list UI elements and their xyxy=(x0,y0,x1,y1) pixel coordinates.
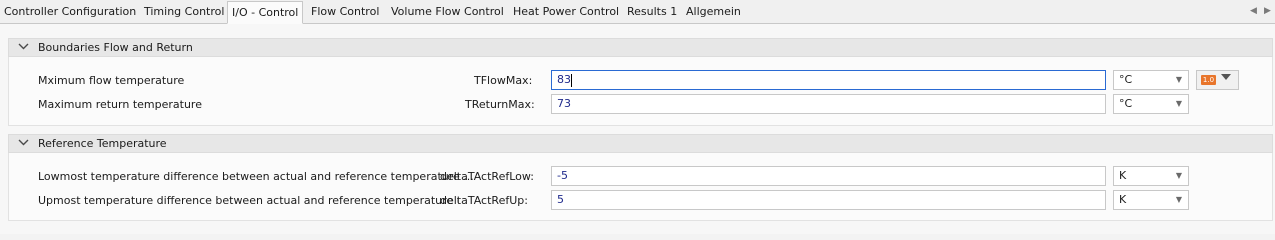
deltatactreflow-value: -5 xyxy=(557,169,568,182)
unit-value: °C xyxy=(1119,73,1133,86)
dropdown-arrow-icon xyxy=(1221,74,1231,80)
tab-timing-control[interactable]: Timing Control xyxy=(144,4,224,19)
deltatactreflow-input[interactable]: -5 xyxy=(551,166,1106,186)
scroll-tabs-left-icon[interactable]: ◀ xyxy=(1250,6,1257,16)
param-label-tflowmax: TFlowMax: xyxy=(474,74,533,87)
value-badge-icon: 1.0 xyxy=(1201,75,1216,85)
unit-value: K xyxy=(1119,169,1127,182)
tab-allgemein[interactable]: Allgemein xyxy=(686,4,741,19)
param-label-deltatactrefup: deltaTActRefUp: xyxy=(440,194,528,207)
tflowmax-unit-select[interactable]: °C ▼ xyxy=(1113,70,1189,90)
group-title: Reference Temperature xyxy=(38,137,167,150)
group-title: Boundaries Flow and Return xyxy=(38,41,193,54)
description-treturnmax: Maximum return temperature xyxy=(38,98,202,111)
unit-value: K xyxy=(1119,193,1127,206)
chevron-down-icon xyxy=(18,43,29,50)
group-header-reference-temperature[interactable]: Reference Temperature xyxy=(8,134,1273,153)
treturnmax-input[interactable]: 73 xyxy=(551,94,1106,114)
group-body-boundaries xyxy=(8,57,1273,126)
tflowmax-input[interactable]: 83 xyxy=(551,70,1106,90)
group-header-boundaries[interactable]: Boundaries Flow and Return xyxy=(8,38,1273,57)
treturnmax-unit-select[interactable]: °C ▼ xyxy=(1113,94,1189,114)
scroll-tabs-right-icon[interactable]: ▶ xyxy=(1264,6,1271,16)
treturnmax-value: 73 xyxy=(557,97,571,110)
tflowmax-value: 83 xyxy=(557,73,571,86)
tab-controller-configuration[interactable]: Controller Configuration xyxy=(4,4,136,19)
deltatactrefup-value: 5 xyxy=(557,193,564,206)
group-body-reference-temperature xyxy=(8,153,1273,221)
deltatactrefup-unit-select[interactable]: K ▼ xyxy=(1113,190,1189,210)
description-deltatactreflow: Lowmost temperature difference between a… xyxy=(38,170,474,183)
description-deltatactrefup: Upmost temperature difference between ac… xyxy=(38,194,458,207)
chevron-down-icon: ▼ xyxy=(1175,195,1182,204)
deltatactrefup-input[interactable]: 5 xyxy=(551,190,1106,210)
value-badge-dropdown[interactable]: 1.0 xyxy=(1196,70,1239,90)
tab-results-1[interactable]: Results 1 xyxy=(627,4,677,19)
unit-value: °C xyxy=(1119,97,1133,110)
tab-volume-flow-control[interactable]: Volume Flow Control xyxy=(391,4,504,19)
chevron-down-icon: ▼ xyxy=(1175,171,1182,180)
deltatactreflow-unit-select[interactable]: K ▼ xyxy=(1113,166,1189,186)
chevron-down-icon: ▼ xyxy=(1175,99,1182,108)
description-tflowmax: Mximum flow temperature xyxy=(38,74,185,87)
tab-heat-power-control[interactable]: Heat Power Control xyxy=(513,4,619,19)
tab-io-control[interactable]: I/O - Control xyxy=(227,1,304,24)
chevron-down-icon xyxy=(18,139,29,146)
tab-bar: Controller Configuration Timing Control … xyxy=(0,0,1275,24)
param-label-treturnmax: TReturnMax: xyxy=(465,98,535,111)
text-caret xyxy=(571,73,572,87)
param-label-deltatactreflow: deltaTActRefLow: xyxy=(440,170,534,183)
tab-flow-control[interactable]: Flow Control xyxy=(311,4,379,19)
chevron-down-icon: ▼ xyxy=(1175,75,1182,84)
